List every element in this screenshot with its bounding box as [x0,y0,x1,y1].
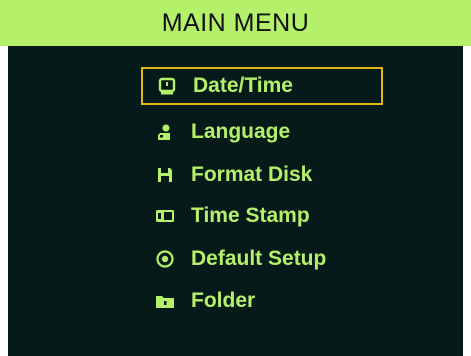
menu-item-format-disk[interactable]: Format Disk [141,156,312,194]
menu-item-label: Format Disk [191,163,313,186]
menu-panel: Date/Time Language Format Disk Time Stam… [8,46,463,356]
camera-menu-screen: MAIN MENU Date/Time Language Format Disk… [0,0,471,356]
menu-item-time-stamp[interactable]: Time Stamp [141,197,310,235]
menu-item-language[interactable]: Language [141,113,290,151]
language-icon [155,123,175,141]
format-disk-icon [155,166,175,184]
clock-icon [157,77,177,95]
time-stamp-icon [155,207,175,225]
folder-icon [155,292,175,310]
menu-item-label: Language [191,120,291,143]
default-setup-icon [155,250,175,268]
menu-item-label: Folder [191,289,256,312]
menu-item-label: Default Setup [191,247,327,270]
menu-item-default-setup[interactable]: Default Setup [141,240,326,278]
menu-title: MAIN MENU [161,8,310,37]
menu-item-date-time[interactable]: Date/Time [141,67,383,105]
menu-header: MAIN MENU [0,0,471,46]
menu-item-label: Date/Time [193,74,293,97]
menu-item-label: Time Stamp [191,204,310,227]
menu-item-folder[interactable]: Folder [141,282,255,320]
